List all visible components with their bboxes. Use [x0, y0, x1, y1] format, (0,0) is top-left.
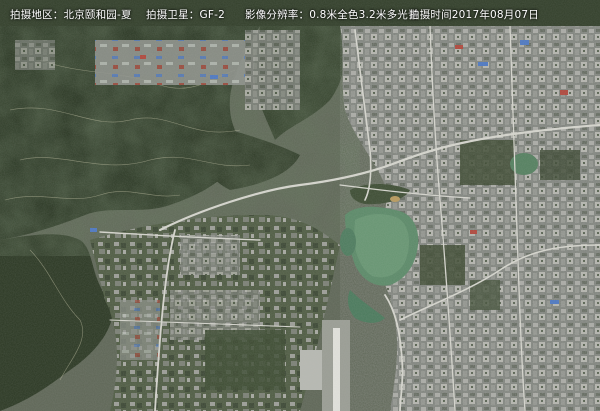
satellite-image-scene: 拍摄地区：北京颐和园-夏 拍摄卫星：GF-2 影像分辨率：0.8米全色3.2米多…: [0, 0, 600, 411]
satellite-image: [0, 0, 600, 411]
